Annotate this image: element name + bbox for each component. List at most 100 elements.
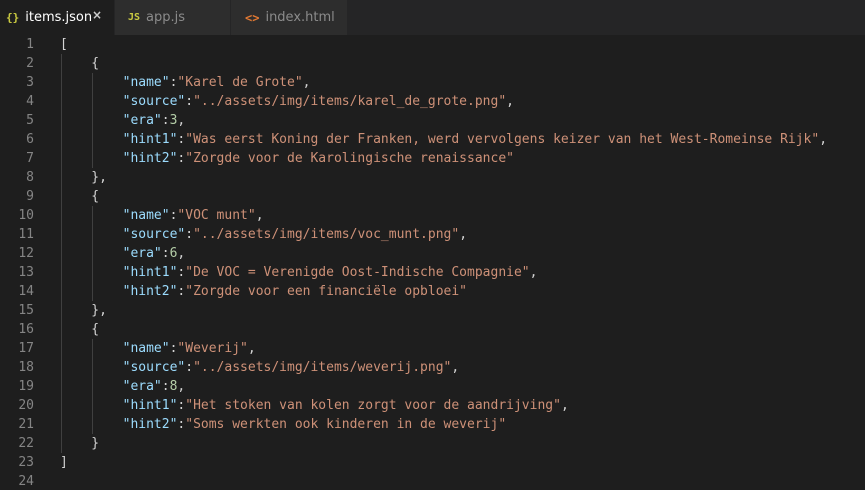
code-editor[interactable]: 1[2 {3 "name":"Karel de Grote", 4 "source… (0, 35, 865, 490)
json-string-value: "../assets/img/items/weverij.png" (193, 360, 452, 375)
code-line[interactable]: 15 }, (0, 301, 865, 320)
json-property-key: "source" (122, 360, 186, 375)
code-line[interactable]: 20 "hint1":"Het stoken van kolen zorgt v… (0, 396, 865, 415)
code-punctuation (60, 208, 123, 223)
line-content: } (60, 434, 99, 453)
code-line[interactable]: 3 "name":"Karel de Grote", (0, 73, 865, 92)
json-string-value: "Soms werkten ook kinderen in de weverij… (185, 417, 507, 432)
line-number: 19 (18, 379, 34, 394)
json-property-key: "era" (122, 379, 162, 394)
json-string-value: "VOC munt" (177, 208, 256, 223)
json-property-key: "era" (122, 246, 162, 261)
code-punctuation: } (60, 436, 100, 451)
line-number: 1 (26, 37, 34, 52)
code-punctuation (60, 94, 123, 109)
tab-label: items.json (25, 10, 93, 25)
code-line[interactable]: 18 "source":"../assets/img/items/weverij… (0, 358, 865, 377)
tab-label: index.html (265, 10, 335, 25)
code-punctuation: }, (60, 170, 107, 185)
code-punctuation: { (60, 189, 100, 204)
code-punctuation: }, (60, 303, 107, 318)
json-string-value: "../assets/img/items/voc_munt.png" (193, 227, 460, 242)
line-number: 5 (26, 113, 34, 128)
json-property-key: "name" (122, 75, 170, 90)
line-number: 13 (18, 265, 34, 280)
code-line[interactable]: 23] (0, 453, 865, 472)
line-number: 24 (18, 474, 34, 489)
code-line[interactable]: 16 { (0, 320, 865, 339)
code-punctuation: , (255, 208, 264, 223)
line-number: 23 (18, 455, 34, 470)
code-punctuation: ] (60, 455, 68, 470)
close-icon[interactable]: × (92, 8, 102, 22)
tab-app-js[interactable]: JS app.js (115, 0, 231, 35)
code-line[interactable]: 19 "era":8, (0, 377, 865, 396)
line-number: 3 (26, 75, 34, 90)
json-string-value: "Weverij" (177, 341, 248, 356)
json-property-key: "hint1" (122, 265, 178, 280)
json-property-key: "source" (122, 94, 186, 109)
editor-tab-bar: {} items.json × JS app.js <> index.html (0, 0, 865, 35)
json-string-value: "../assets/img/items/karel_de_grote.png" (193, 94, 507, 109)
code-line[interactable]: 24 (0, 472, 865, 490)
json-property-key: "hint2" (122, 284, 178, 299)
code-punctuation: , (451, 360, 460, 375)
line-content: "source":"../assets/img/items/weverij.pn… (60, 358, 460, 377)
code-line[interactable]: 12 "era":6, (0, 244, 865, 263)
json-property-key: "hint1" (122, 398, 178, 413)
code-line[interactable]: 9 { (0, 187, 865, 206)
code-line[interactable]: 7 "hint2":"Zorgde voor de Karolingische … (0, 149, 865, 168)
line-number: 12 (18, 246, 34, 261)
code-punctuation: , (506, 94, 514, 109)
line-content: "era":3, (60, 111, 186, 130)
code-punctuation: : (161, 113, 170, 128)
line-content: "source":"../assets/img/items/karel_de_g… (60, 92, 514, 111)
code-line[interactable]: 13 "hint1":"De VOC = Verenigde Oost-Indi… (0, 263, 865, 282)
code-line[interactable]: 8 }, (0, 168, 865, 187)
code-line[interactable]: 17 "name":"Weverij", (0, 339, 865, 358)
code-punctuation: , (177, 379, 186, 394)
code-line[interactable]: 1[ (0, 35, 865, 54)
code-line[interactable]: 14 "hint2":"Zorgde voor een financiële o… (0, 282, 865, 301)
json-string-value: "Karel de Grote" (177, 75, 303, 90)
code-line[interactable]: 11 "source":"../assets/img/items/voc_mun… (0, 225, 865, 244)
line-number: 22 (18, 436, 34, 451)
line-number: 8 (26, 170, 34, 185)
line-number: 15 (18, 303, 34, 318)
code-line[interactable]: 21 "hint2":"Soms werkten ook kinderen in… (0, 415, 865, 434)
code-punctuation: , (819, 132, 828, 147)
code-line[interactable]: 22 } (0, 434, 865, 453)
line-number: 17 (18, 341, 34, 356)
line-content: "hint2":"Zorgde voor de Karolingische re… (60, 149, 514, 168)
code-punctuation: : (161, 246, 170, 261)
code-punctuation: , (560, 398, 569, 413)
json-file-icon: {} (6, 11, 20, 24)
line-number: 9 (26, 189, 34, 204)
line-content: "hint1":"Was eerst Koning der Franken, w… (60, 130, 827, 149)
code-line[interactable]: 10 "name":"VOC munt", (0, 206, 865, 225)
code-line[interactable]: 5 "era":3, (0, 111, 865, 130)
code-line[interactable]: 4 "source":"../assets/img/items/karel_de… (0, 92, 865, 111)
line-content: }, (60, 168, 107, 187)
code-line[interactable]: 6 "hint1":"Was eerst Koning der Franken,… (0, 130, 865, 149)
code-line[interactable]: 2 { (0, 54, 865, 73)
code-punctuation (60, 284, 123, 299)
json-property-key: "hint1" (122, 132, 178, 147)
line-content: { (60, 320, 99, 339)
code-punctuation: , (302, 75, 311, 90)
code-punctuation (60, 227, 123, 242)
json-string-value: "Zorgde voor een financiële opbloei" (185, 284, 468, 299)
code-punctuation: , (247, 341, 256, 356)
tab-index-html[interactable]: <> index.html (231, 0, 348, 35)
json-property-key: "hint2" (122, 417, 178, 432)
tab-items-json[interactable]: {} items.json × (0, 0, 115, 35)
json-property-key: "name" (122, 341, 170, 356)
code-punctuation: : (161, 379, 170, 394)
code-punctuation (60, 151, 123, 166)
code-punctuation: : (185, 360, 194, 375)
code-punctuation (60, 379, 123, 394)
line-content: ] (60, 453, 68, 472)
line-number: 14 (18, 284, 34, 299)
json-property-key: "era" (122, 113, 162, 128)
code-punctuation: { (60, 322, 100, 337)
